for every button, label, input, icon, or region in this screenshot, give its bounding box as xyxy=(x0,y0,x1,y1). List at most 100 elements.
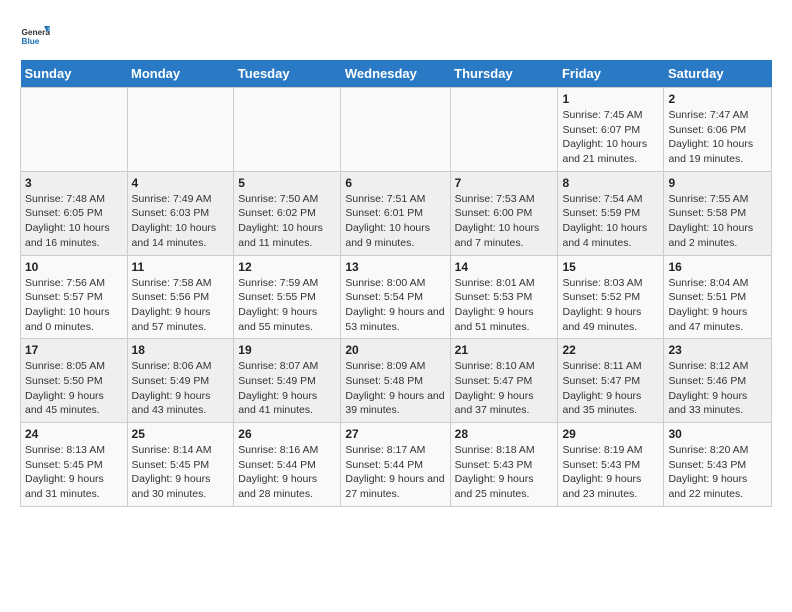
day-info: Sunrise: 7:58 AMSunset: 5:56 PMDaylight:… xyxy=(132,276,230,335)
calendar-cell-4-6: 22 Sunrise: 8:11 AMSunset: 5:47 PMDayligh… xyxy=(558,339,664,423)
calendar-cell-2-4: 6 Sunrise: 7:51 AMSunset: 6:01 PMDaylight… xyxy=(341,171,450,255)
header: General Blue xyxy=(20,20,772,50)
day-number: 21 xyxy=(455,343,554,357)
weekday-header-thursday: Thursday xyxy=(450,60,558,88)
day-info: Sunrise: 8:00 AMSunset: 5:54 PMDaylight:… xyxy=(345,276,445,335)
calendar-cell-2-7: 9Sunrise: 7:55 AMSunset: 5:58 PMDaylight… xyxy=(664,171,772,255)
day-number: 15 xyxy=(562,260,659,274)
day-number: 10 xyxy=(25,260,123,274)
day-info: Sunrise: 8:13 AMSunset: 5:45 PMDaylight:… xyxy=(25,443,123,502)
day-info: Sunrise: 8:06 AMSunset: 5:49 PMDaylight:… xyxy=(132,359,230,418)
day-info: Sunrise: 7:53 AMSunset: 6:00 PMDaylight:… xyxy=(455,192,554,251)
calendar-cell-1-4 xyxy=(341,88,450,172)
day-info: Sunrise: 7:59 AMSunset: 5:55 PMDaylight:… xyxy=(238,276,336,335)
day-info: Sunrise: 8:20 AMSunset: 5:43 PMDaylight:… xyxy=(668,443,767,502)
day-info: Sunrise: 8:05 AMSunset: 5:50 PMDaylight:… xyxy=(25,359,123,418)
calendar-cell-5-1: 24 Sunrise: 8:13 AMSunset: 5:45 PMDayligh… xyxy=(21,423,128,507)
day-number: 5 xyxy=(238,176,336,190)
day-number: 14 xyxy=(455,260,554,274)
calendar-cell-1-5 xyxy=(450,88,558,172)
day-info: Sunrise: 7:50 AMSunset: 6:02 PMDaylight:… xyxy=(238,192,336,251)
day-number: 17 xyxy=(25,343,123,357)
calendar-cell-3-4: 13 Sunrise: 8:00 AMSunset: 5:54 PMDayligh… xyxy=(341,255,450,339)
day-info: Sunrise: 7:51 AMSunset: 6:01 PMDaylight:… xyxy=(345,192,445,251)
day-number: 7 xyxy=(455,176,554,190)
calendar-cell-1-7: 2Sunrise: 7:47 AMSunset: 6:06 PMDaylight… xyxy=(664,88,772,172)
calendar-cell-4-4: 20Sunrise: 8:09 AMSunset: 5:48 PMDayligh… xyxy=(341,339,450,423)
day-info: Sunrise: 8:09 AMSunset: 5:48 PMDaylight:… xyxy=(345,359,445,418)
day-number: 3 xyxy=(25,176,123,190)
weekday-header-saturday: Saturday xyxy=(664,60,772,88)
calendar-cell-3-1: 10 Sunrise: 7:56 AMSunset: 5:57 PMDayligh… xyxy=(21,255,128,339)
day-info: Sunrise: 7:54 AMSunset: 5:59 PMDaylight:… xyxy=(562,192,659,251)
day-number: 18 xyxy=(132,343,230,357)
day-info: Sunrise: 8:19 AMSunset: 5:43 PMDaylight:… xyxy=(562,443,659,502)
day-number: 4 xyxy=(132,176,230,190)
day-info: Sunrise: 8:03 AMSunset: 5:52 PMDaylight:… xyxy=(562,276,659,335)
day-info: Sunrise: 8:10 AMSunset: 5:47 PMDaylight:… xyxy=(455,359,554,418)
calendar-cell-5-7: 30 Sunrise: 8:20 AMSunset: 5:43 PMDayligh… xyxy=(664,423,772,507)
svg-text:Blue: Blue xyxy=(22,37,40,46)
day-info: Sunrise: 8:11 AMSunset: 5:47 PMDaylight:… xyxy=(562,359,659,418)
day-number: 26 xyxy=(238,427,336,441)
day-number: 28 xyxy=(455,427,554,441)
day-number: 13 xyxy=(345,260,445,274)
day-number: 22 xyxy=(562,343,659,357)
day-number: 1 xyxy=(562,92,659,106)
calendar-cell-4-1: 17 Sunrise: 8:05 AMSunset: 5:50 PMDayligh… xyxy=(21,339,128,423)
calendar-cell-5-2: 25Sunrise: 8:14 AMSunset: 5:45 PMDayligh… xyxy=(127,423,234,507)
day-info: Sunrise: 8:01 AMSunset: 5:53 PMDaylight:… xyxy=(455,276,554,335)
calendar-cell-5-5: 28 Sunrise: 8:18 AMSunset: 5:43 PMDayligh… xyxy=(450,423,558,507)
calendar-cell-1-3 xyxy=(234,88,341,172)
day-info: Sunrise: 8:17 AMSunset: 5:44 PMDaylight:… xyxy=(345,443,445,502)
day-number: 19 xyxy=(238,343,336,357)
calendar-cell-3-2: 11 Sunrise: 7:58 AMSunset: 5:56 PMDayligh… xyxy=(127,255,234,339)
calendar-cell-3-5: 14 Sunrise: 8:01 AMSunset: 5:53 PMDayligh… xyxy=(450,255,558,339)
calendar-cell-1-2 xyxy=(127,88,234,172)
day-number: 27 xyxy=(345,427,445,441)
calendar-cell-4-5: 21 Sunrise: 8:10 AMSunset: 5:47 PMDayligh… xyxy=(450,339,558,423)
weekday-header-monday: Monday xyxy=(127,60,234,88)
day-number: 8 xyxy=(562,176,659,190)
day-number: 25 xyxy=(132,427,230,441)
logo-icon: General Blue xyxy=(20,20,50,50)
day-info: Sunrise: 8:07 AMSunset: 5:49 PMDaylight:… xyxy=(238,359,336,418)
day-info: Sunrise: 8:04 AMSunset: 5:51 PMDaylight:… xyxy=(668,276,767,335)
calendar-cell-5-3: 26 Sunrise: 8:16 AMSunset: 5:44 PMDayligh… xyxy=(234,423,341,507)
calendar-cell-1-1 xyxy=(21,88,128,172)
calendar-cell-4-2: 18 Sunrise: 8:06 AMSunset: 5:49 PMDayligh… xyxy=(127,339,234,423)
day-info: Sunrise: 8:12 AMSunset: 5:46 PMDaylight:… xyxy=(668,359,767,418)
calendar-cell-2-3: 5 Sunrise: 7:50 AMSunset: 6:02 PMDaylight… xyxy=(234,171,341,255)
calendar-cell-2-2: 4 Sunrise: 7:49 AMSunset: 6:03 PMDaylight… xyxy=(127,171,234,255)
day-number: 24 xyxy=(25,427,123,441)
day-number: 23 xyxy=(668,343,767,357)
day-number: 12 xyxy=(238,260,336,274)
day-number: 9 xyxy=(668,176,767,190)
day-number: 29 xyxy=(562,427,659,441)
calendar-cell-4-7: 23 Sunrise: 8:12 AMSunset: 5:46 PMDayligh… xyxy=(664,339,772,423)
logo: General Blue xyxy=(20,20,54,50)
calendar-cell-3-6: 15 Sunrise: 8:03 AMSunset: 5:52 PMDayligh… xyxy=(558,255,664,339)
weekday-header-sunday: Sunday xyxy=(21,60,128,88)
weekday-header-wednesday: Wednesday xyxy=(341,60,450,88)
day-info: Sunrise: 8:18 AMSunset: 5:43 PMDaylight:… xyxy=(455,443,554,502)
calendar-cell-2-5: 7 Sunrise: 7:53 AMSunset: 6:00 PMDaylight… xyxy=(450,171,558,255)
day-number: 30 xyxy=(668,427,767,441)
calendar-cell-3-3: 12 Sunrise: 7:59 AMSunset: 5:55 PMDayligh… xyxy=(234,255,341,339)
weekday-header-tuesday: Tuesday xyxy=(234,60,341,88)
day-info: Sunrise: 7:49 AMSunset: 6:03 PMDaylight:… xyxy=(132,192,230,251)
day-info: Sunrise: 7:45 AMSunset: 6:07 PMDaylight:… xyxy=(562,108,659,167)
calendar-cell-3-7: 16 Sunrise: 8:04 AMSunset: 5:51 PMDayligh… xyxy=(664,255,772,339)
calendar-cell-5-6: 29 Sunrise: 8:19 AMSunset: 5:43 PMDayligh… xyxy=(558,423,664,507)
calendar-cell-2-6: 8 Sunrise: 7:54 AMSunset: 5:59 PMDaylight… xyxy=(558,171,664,255)
calendar-cell-1-6: 1 Sunrise: 7:45 AMSunset: 6:07 PMDaylight… xyxy=(558,88,664,172)
day-number: 11 xyxy=(132,260,230,274)
day-info: Sunrise: 8:16 AMSunset: 5:44 PMDaylight:… xyxy=(238,443,336,502)
calendar-cell-4-3: 19 Sunrise: 8:07 AMSunset: 5:49 PMDayligh… xyxy=(234,339,341,423)
weekday-header-friday: Friday xyxy=(558,60,664,88)
day-number: 6 xyxy=(345,176,445,190)
day-info: Sunrise: 7:47 AMSunset: 6:06 PMDaylight:… xyxy=(668,108,767,167)
day-number: 16 xyxy=(668,260,767,274)
day-info: Sunrise: 7:56 AMSunset: 5:57 PMDaylight:… xyxy=(25,276,123,335)
calendar-cell-2-1: 3Sunrise: 7:48 AMSunset: 6:05 PMDaylight… xyxy=(21,171,128,255)
